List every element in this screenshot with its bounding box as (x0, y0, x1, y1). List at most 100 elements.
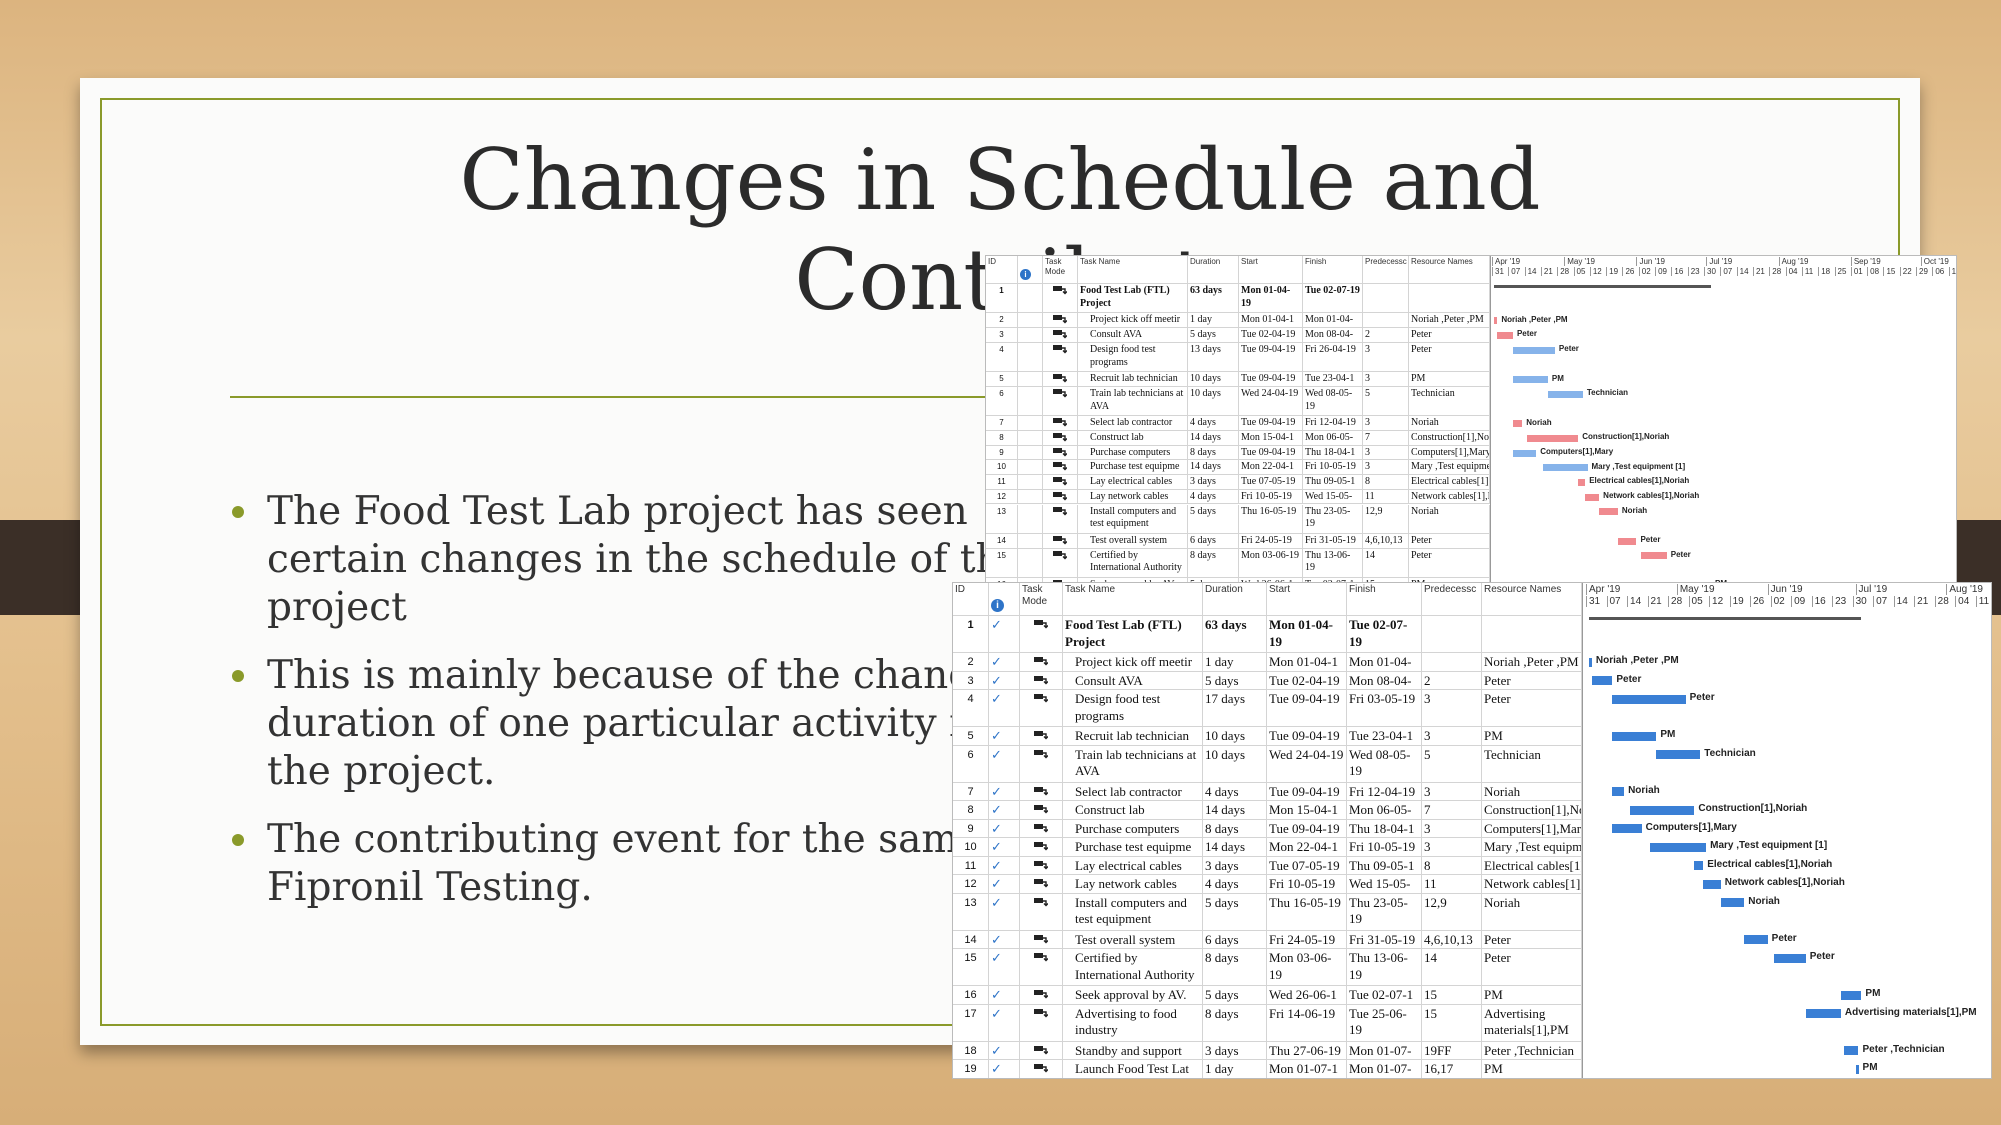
cell-start[interactable]: Tue 09-04-19 (1239, 445, 1303, 460)
cell-id[interactable]: 17 (953, 1004, 989, 1041)
cell-res[interactable]: Computers[1],Mary (1409, 445, 1490, 460)
cell-res[interactable]: Peter (1482, 671, 1582, 689)
cell-duration[interactable]: 63 days (1188, 284, 1239, 313)
task-row[interactable]: 8 ✓ Construct lab 14 days Mon 15-04-1 Mon 06-… (953, 801, 1582, 820)
task-row[interactable]: 18 ✓ Standby and support 3 days Thu 27-06-19… (953, 1041, 1582, 1060)
cell-id[interactable]: 7 (953, 782, 989, 800)
cell-pred[interactable]: 3 (1422, 782, 1482, 800)
task-row[interactable]: 7 Select lab contractor 4 days Tue 09-04-19… (986, 416, 1490, 431)
cell-name[interactable]: Construct lab (1063, 801, 1203, 819)
task-row[interactable]: 2 Project kick off meetir 1 day Mon 01-04-1… (986, 313, 1490, 329)
cell-pred[interactable] (1363, 313, 1409, 328)
cell-finish[interactable]: Wed 08-05-19 (1303, 386, 1363, 416)
gantt-bar[interactable] (1840, 990, 1862, 1000)
cell-duration[interactable]: 6 days (1203, 930, 1267, 948)
cell-duration[interactable]: 13 days (1188, 342, 1239, 372)
gantt-bar[interactable] (1612, 787, 1625, 797)
gantt-bar[interactable] (1843, 1046, 1859, 1056)
cell-name[interactable]: Purchase test equipme (1063, 838, 1203, 856)
cell-start[interactable]: Tue 07-05-19 (1239, 475, 1303, 489)
cell-duration[interactable]: 14 days (1203, 801, 1267, 819)
cell-pred[interactable]: 15 (1422, 986, 1482, 1004)
cell-id[interactable]: 5 (953, 727, 989, 745)
cell-id[interactable]: 11 (986, 475, 1018, 489)
column-header-name[interactable]: Task Name (1078, 256, 1188, 283)
cell-start[interactable]: Tue 09-04-19 (1239, 372, 1303, 386)
cell-pred[interactable]: 4,6,10,13 (1363, 533, 1409, 548)
cell-pred[interactable]: 2 (1422, 671, 1482, 689)
cell-finish[interactable]: Tue 02-07-1 (1347, 986, 1422, 1004)
cell-finish[interactable]: Mon 01-04- (1347, 653, 1422, 671)
gantt-bar[interactable] (1855, 1064, 1859, 1074)
cell-res[interactable]: Construction[1],Noriah (1482, 801, 1582, 819)
cell-id[interactable]: 16 (953, 986, 989, 1004)
cell-pred[interactable]: 5 (1422, 745, 1482, 782)
cell-id[interactable]: 11 (953, 856, 989, 874)
cell-duration[interactable]: 14 days (1188, 431, 1239, 445)
cell-start[interactable]: Fri 24-05-19 (1267, 930, 1347, 948)
cell-finish[interactable]: Wed 08-05-19 (1347, 745, 1422, 782)
cell-finish[interactable]: Fri 31-05-19 (1347, 930, 1422, 948)
cell-start[interactable]: Tue 09-04-19 (1267, 727, 1347, 745)
gantt-bar[interactable] (1588, 657, 1592, 667)
task-row[interactable]: 4 ✓ Design food test programs 17 days Tue 09… (953, 690, 1582, 727)
gantt-bar[interactable] (1512, 376, 1548, 384)
task-row[interactable]: 3 Consult AVA 5 days Tue 02-04-19 Mon 08-04-… (986, 328, 1490, 343)
task-row[interactable]: 10 ✓ Purchase test equipme 14 days Mon 22-04… (953, 838, 1582, 857)
cell-res[interactable]: Advertising materials[1],PM (1482, 1004, 1582, 1041)
cell-id[interactable]: 6 (953, 745, 989, 782)
cell-res[interactable]: Mary ,Test equipment [1] (1482, 838, 1582, 856)
cell-finish[interactable]: Mon 06-05- (1303, 431, 1363, 445)
cell-finish[interactable]: Fri 31-05-19 (1303, 533, 1363, 548)
gantt-bar[interactable] (1585, 493, 1600, 501)
task-row[interactable]: 9 ✓ Purchase computers 8 days Tue 09-04-19 Th… (953, 819, 1582, 838)
task-row[interactable]: 11 ✓ Lay electrical cables 3 days Tue 07-05-… (953, 856, 1582, 875)
cell-res[interactable]: PM (1482, 727, 1582, 745)
cell-duration[interactable]: 5 days (1188, 328, 1239, 342)
cell-duration[interactable]: 4 days (1203, 875, 1267, 893)
cell-id[interactable]: 14 (986, 533, 1018, 548)
cell-id[interactable]: 12 (986, 489, 1018, 504)
cell-pred[interactable]: 3 (1363, 416, 1409, 430)
cell-duration[interactable]: 8 days (1203, 819, 1267, 837)
cell-duration[interactable]: 5 days (1188, 504, 1239, 533)
gantt-bar[interactable] (1512, 346, 1555, 354)
cell-duration[interactable]: 1 day (1203, 1060, 1267, 1078)
column-header-ind[interactable]: i (1018, 256, 1043, 283)
cell-finish[interactable]: Thu 13-06-19 (1347, 949, 1422, 985)
task-row[interactable]: 5 Recruit lab technician 10 days Tue 09-04-… (986, 372, 1490, 387)
cell-finish[interactable]: Mon 01-07- (1347, 1060, 1422, 1078)
cell-duration[interactable]: 63 days (1203, 616, 1267, 652)
cell-name[interactable]: Install computers and test equipment (1078, 504, 1188, 533)
task-row[interactable]: 2 ✓ Project kick off meetir 1 day Mon 01-04-… (953, 653, 1582, 672)
cell-finish[interactable]: Tue 02-07-19 (1347, 616, 1422, 652)
gantt-bar[interactable] (1694, 861, 1704, 871)
cell-name[interactable]: Certified by International Authority (1063, 949, 1203, 985)
gantt-bar[interactable] (1512, 449, 1537, 457)
cell-finish[interactable]: Tue 23-04-1 (1347, 727, 1422, 745)
cell-id[interactable]: 6 (986, 386, 1018, 416)
task-row[interactable]: 15 Certified by International Authority 8 … (986, 548, 1490, 578)
cell-name[interactable]: Purchase computers (1063, 819, 1203, 837)
task-row[interactable]: 11 Lay electrical cables 3 days Tue 07-05-1… (986, 475, 1490, 490)
cell-start[interactable]: Mon 01-04-19 (1267, 616, 1347, 652)
cell-name[interactable]: Purchase computers (1078, 445, 1188, 460)
cell-name[interactable]: Design food test programs (1078, 342, 1188, 372)
cell-duration[interactable]: 3 days (1188, 475, 1239, 489)
cell-duration[interactable]: 10 days (1188, 386, 1239, 416)
cell-res[interactable]: Noriah (1409, 504, 1490, 533)
task-row[interactable]: 7 ✓ Select lab contractor 4 days Tue 09-04-1… (953, 782, 1582, 801)
cell-duration[interactable]: 3 days (1203, 856, 1267, 874)
cell-id[interactable]: 19 (953, 1060, 989, 1078)
gantt-bar[interactable] (1744, 935, 1768, 945)
gantt-bar[interactable] (1612, 694, 1686, 704)
cell-id[interactable]: 4 (986, 342, 1018, 372)
cell-res[interactable]: Peter ,Technician (1482, 1041, 1582, 1059)
cell-name[interactable]: Seek approval by AV. (1063, 986, 1203, 1004)
gantt-bar[interactable] (1543, 464, 1588, 472)
column-header-res[interactable]: Resource Names (1482, 583, 1582, 615)
cell-pred[interactable]: 15 (1422, 1004, 1482, 1041)
cell-duration[interactable]: 4 days (1188, 489, 1239, 504)
cell-finish[interactable]: Thu 09-05-1 (1303, 475, 1363, 489)
cell-res[interactable]: Technician (1409, 386, 1490, 416)
